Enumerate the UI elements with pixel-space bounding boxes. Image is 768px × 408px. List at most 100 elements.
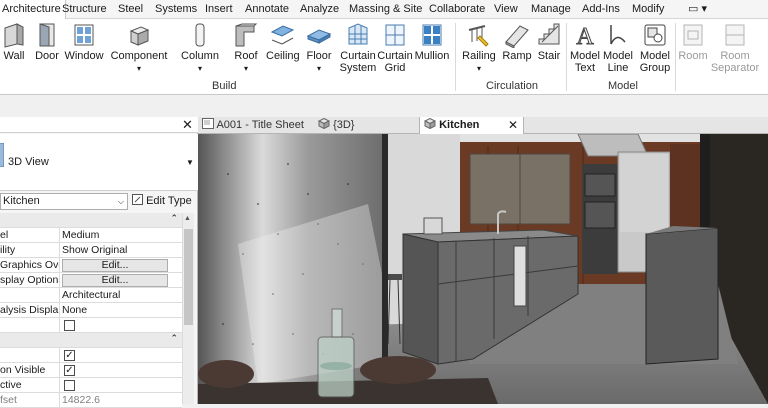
- component-icon: [129, 26, 150, 46]
- door-label: Door: [35, 50, 59, 62]
- window-tool[interactable]: Window: [64, 19, 104, 62]
- svg-text:A: A: [576, 24, 594, 48]
- build-group-label: Build: [212, 80, 237, 92]
- model-line-icon: [610, 25, 626, 45]
- group-separator: [455, 23, 456, 91]
- railing-tool[interactable]: Railing ▾: [461, 19, 497, 75]
- roof-icon: [235, 23, 258, 47]
- roof-dropdown-icon[interactable]: ▾: [244, 64, 248, 73]
- property-checkbox[interactable]: [64, 320, 75, 331]
- group-separator: [675, 23, 676, 91]
- curtain-system-tool[interactable]: Curtain System: [340, 19, 376, 74]
- tab-annotate[interactable]: Annotate: [245, 0, 289, 19]
- tab-collaborate[interactable]: Collaborate: [429, 0, 485, 19]
- model-line-label: Model Line: [603, 50, 633, 74]
- floor-tool[interactable]: Floor ▾: [305, 19, 333, 75]
- instance-row: Kitchen ⌵ Edit Type: [0, 192, 198, 212]
- property-checkbox[interactable]: ✓: [64, 365, 75, 376]
- property-value[interactable]: None: [62, 303, 168, 318]
- type-selector[interactable]: 3D View ▼: [0, 134, 198, 191]
- model-text-tool[interactable]: A Model Text: [568, 19, 602, 75]
- room-tool[interactable]: Room: [677, 19, 709, 62]
- ramp-tool[interactable]: Ramp: [502, 19, 532, 62]
- 3d-viewport[interactable]: [198, 134, 768, 404]
- collapse-icon[interactable]: ⌃: [170, 213, 178, 224]
- view-tab-label: A001 - Title Sheet: [216, 119, 304, 131]
- column-label: Column: [181, 50, 219, 62]
- graphics-overrides-edit-button[interactable]: Edit...: [62, 259, 168, 272]
- section-header[interactable]: ⌃: [0, 213, 182, 228]
- curtain-grid-tool[interactable]: Curtain Grid: [377, 19, 413, 74]
- property-key: ility: [0, 243, 60, 258]
- floor-dropdown-icon[interactable]: ▾: [317, 64, 321, 73]
- close-properties-icon[interactable]: ✕: [182, 118, 193, 131]
- tab-manage[interactable]: Manage: [531, 0, 571, 19]
- property-key: fset: [0, 393, 60, 408]
- stair-label: Stair: [537, 50, 561, 62]
- view-tab-3d[interactable]: {3D}: [317, 117, 354, 134]
- property-row: fset 14822.6: [0, 393, 182, 408]
- component-dropdown-icon[interactable]: ▾: [137, 64, 141, 73]
- component-label: Component: [110, 50, 168, 62]
- instance-filter-dropdown[interactable]: Kitchen ⌵: [0, 193, 128, 210]
- tab-massing-site[interactable]: Massing & Site: [349, 0, 422, 19]
- cube-icon: [423, 117, 437, 130]
- ceiling-tool[interactable]: Ceiling: [266, 19, 300, 62]
- tab-steel[interactable]: Steel: [118, 0, 143, 19]
- tab-structure[interactable]: Structure: [62, 0, 107, 19]
- column-tool[interactable]: Column ▾: [180, 19, 220, 75]
- model-group-tool[interactable]: Model Group: [637, 19, 673, 74]
- wall-label: Wall: [3, 50, 25, 62]
- close-tab-icon[interactable]: ✕: [508, 117, 518, 134]
- door-tool[interactable]: Door: [33, 19, 61, 62]
- property-value[interactable]: Medium: [62, 228, 168, 243]
- column-dropdown-icon[interactable]: ▾: [198, 64, 202, 73]
- tab-insert[interactable]: Insert: [205, 0, 233, 19]
- scroll-thumb[interactable]: [184, 229, 193, 325]
- collapse-icon[interactable]: ⌃: [170, 333, 178, 344]
- property-value[interactable]: Show Original: [62, 243, 168, 258]
- type-dropdown-icon[interactable]: ▼: [186, 158, 194, 167]
- panel-gap: [0, 95, 200, 117]
- tab-architecture[interactable]: Architecture: [0, 0, 66, 20]
- room-icon: [683, 24, 703, 46]
- property-value[interactable]: Architectural: [62, 288, 168, 303]
- section-header[interactable]: ⌃: [0, 333, 182, 348]
- menu-bar: Architecture Structure Steel Systems Ins…: [0, 0, 768, 20]
- ribbon-display-toggle[interactable]: ▭ ▾: [688, 0, 707, 19]
- model-line-tool[interactable]: Model Line: [602, 19, 634, 74]
- wall-tool[interactable]: Wall: [0, 19, 28, 62]
- floor-label: Floor: [306, 50, 332, 62]
- view-tab-title-sheet[interactable]: A001 - Title Sheet: [202, 117, 304, 134]
- sheet-icon: [202, 118, 214, 129]
- property-row: alysis Displa... None: [0, 303, 182, 318]
- tab-analyze[interactable]: Analyze: [300, 0, 339, 19]
- roof-tool[interactable]: Roof ▾: [232, 19, 260, 75]
- railing-dropdown-icon[interactable]: ▾: [477, 64, 481, 73]
- scroll-up-icon[interactable]: ▲: [184, 215, 191, 222]
- property-checkbox[interactable]: [64, 380, 75, 391]
- ceiling-label: Ceiling: [266, 50, 300, 62]
- property-key: alysis Displa...: [0, 303, 60, 318]
- column-icon: [195, 23, 205, 47]
- tab-view[interactable]: View: [494, 0, 518, 19]
- mullion-label: Mullion: [414, 50, 450, 62]
- tab-add-ins[interactable]: Add-Ins: [582, 0, 620, 19]
- properties-header: ✕: [0, 117, 198, 133]
- properties-panel: ✕ 3D View ▼ Kitchen ⌵ Edit Type ⌃ el Med…: [0, 117, 198, 408]
- component-tool[interactable]: Component ▾: [110, 19, 168, 75]
- tab-modify[interactable]: Modify: [632, 0, 664, 19]
- room-separator-tool[interactable]: Room Separator: [710, 19, 760, 74]
- view-tabs: A001 - Title Sheet {3D} Kitchen ✕: [198, 117, 768, 135]
- property-checkbox[interactable]: ✓: [64, 350, 75, 361]
- mullion-tool[interactable]: Mullion: [413, 19, 451, 62]
- stair-tool[interactable]: Stair: [535, 19, 563, 62]
- property-row: ctive: [0, 378, 182, 393]
- display-options-edit-button[interactable]: Edit...: [62, 274, 168, 287]
- tab-systems[interactable]: Systems: [155, 0, 197, 19]
- property-row: ility Show Original: [0, 243, 182, 258]
- edit-type-button[interactable]: Edit Type: [132, 193, 194, 210]
- view-tab-kitchen[interactable]: Kitchen ✕: [419, 117, 524, 135]
- property-key: [0, 288, 60, 303]
- railing-icon: [468, 25, 489, 47]
